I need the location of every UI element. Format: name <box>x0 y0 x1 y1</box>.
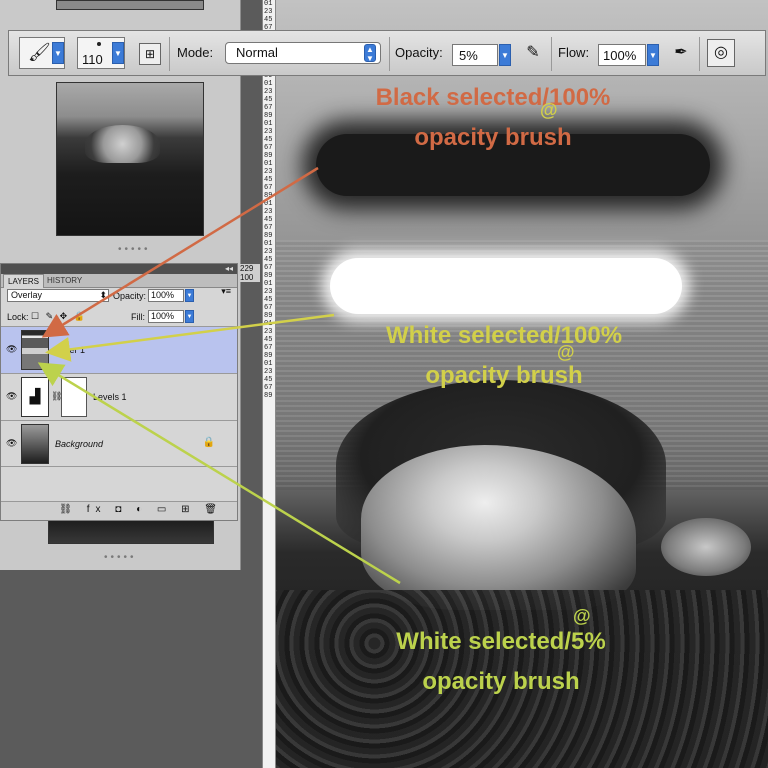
layer-row-levels-1[interactable]: 👁 ▟ ⛓ Levels 1 <box>1 373 237 420</box>
layers-panel: ◂◂ LAYERS HISTORY ▾≡ Overlay ⬍ Opacity: … <box>0 263 238 521</box>
eye-icon[interactable]: 👁 <box>6 344 17 355</box>
panel-menu-icon[interactable]: ▾≡ <box>221 286 231 297</box>
lock-options-icons[interactable]: ☐ ✎ ✥ 🔒 <box>31 311 87 322</box>
layer-name[interactable]: Background <box>55 439 103 449</box>
layer-opacity-label: Opacity: <box>113 291 147 301</box>
layer-opacity-input[interactable]: 100% <box>148 289 184 302</box>
divider <box>699 37 700 71</box>
layer-mask-thumbnail[interactable] <box>61 377 87 417</box>
divider <box>169 37 170 71</box>
collapse-icon[interactable]: ◂◂ <box>225 264 233 274</box>
tab-layers[interactable]: LAYERS <box>3 274 44 288</box>
mode-label: Mode: <box>177 45 214 60</box>
annotation-at-symbol: @ <box>540 100 558 120</box>
annotation-white5-line1: White selected/5% <box>396 628 606 655</box>
chevron-down-icon[interactable]: ▼ <box>112 42 124 64</box>
thumbnail-rock <box>85 125 160 163</box>
layer-opacity-value: 100% <box>151 290 175 300</box>
size-readout: 229 100 <box>240 264 260 282</box>
opacity-value: 5% <box>459 48 478 63</box>
mode-select[interactable]: Normal ▲ ▼ <box>225 42 381 64</box>
rock-small <box>661 518 751 576</box>
layer-actions-icons[interactable]: ⛓ fx ◘ ◐ ▭ ⊞ 🗑 <box>59 504 223 515</box>
brush-size-picker[interactable]: 110 ▼ <box>77 37 125 69</box>
layer-name[interactable]: Levels 1 <box>93 392 127 402</box>
panel-tabs: LAYERS HISTORY ▾≡ <box>1 274 237 296</box>
brush-size-value: 110 <box>82 52 103 67</box>
layers-footer: ⛓ fx ◘ ◐ ▭ ⊞ 🗑 <box>1 501 237 520</box>
fill-dropdown[interactable]: ▼ <box>185 310 194 323</box>
annotation-white100-line2: opacity brush <box>425 362 583 389</box>
navigator-thumbnail-bottom <box>48 520 214 544</box>
size-readout-top: 229 <box>240 264 254 273</box>
tool-preset-picker[interactable]: 🖌 ▼ <box>19 37 65 69</box>
divider <box>551 37 552 71</box>
brush-icon: 🖌 <box>28 42 51 62</box>
tablet-pressure-icon[interactable]: ✒ <box>669 41 693 65</box>
chevron-down-icon[interactable]: ▼ <box>52 42 64 64</box>
white-brush-stroke <box>330 258 682 314</box>
annotation-black-line1: Black selected/100% <box>375 84 611 111</box>
annotation-at-symbol: @ <box>557 342 575 362</box>
lock-icon: 🔒 <box>202 437 215 448</box>
flow-value: 100% <box>603 48 637 63</box>
panel-resize-dots-bottom[interactable]: ••••• <box>104 552 137 563</box>
select-arrows-icon[interactable]: ▲ ▼ <box>364 44 376 63</box>
brush-options-bar: 🖌 ▼ 110 ▼ ⊞ Mode: Normal ▲ ▼ Opacity: 5% … <box>8 30 766 76</box>
annotation-white-5-brush: White selected/5% opacity brush <box>346 622 656 702</box>
divider <box>389 37 390 71</box>
brush-preset-icon[interactable]: ⊞ <box>139 43 161 65</box>
eye-icon[interactable]: 👁 <box>6 391 17 402</box>
annotation-black-brush: Black selected/100% opacity brush <box>318 78 668 158</box>
annotation-black-line2: opacity brush <box>414 124 572 151</box>
size-readout-bottom: 100 <box>240 273 254 282</box>
tool-target-icon[interactable]: ◎ <box>707 39 735 67</box>
blend-mode-select[interactable]: Overlay ⬍ <box>7 289 109 302</box>
layer-row-background[interactable]: 👁 Background 🔒 <box>1 420 237 467</box>
opacity-input[interactable]: 5% <box>452 44 498 66</box>
annotation-white100-line1: White selected/100% <box>385 322 623 349</box>
select-arrows-icon: ⬍ <box>99 290 107 300</box>
airbrush-icon[interactable]: ✎ <box>521 41 545 65</box>
eye-icon[interactable]: 👁 <box>6 438 17 449</box>
flow-label: Flow: <box>558 45 590 60</box>
opacity-label: Opacity: <box>395 45 443 60</box>
layer-opacity-dropdown[interactable]: ▼ <box>185 289 194 302</box>
flow-input[interactable]: 100% <box>598 44 646 66</box>
navigator-thumbnail-top <box>56 0 204 10</box>
levels-adjustment-icon[interactable]: ▟ <box>21 377 49 417</box>
lock-label: Lock: <box>7 312 29 322</box>
tab-history[interactable]: HISTORY <box>43 274 86 287</box>
panel-resize-dots[interactable]: ••••• <box>118 244 151 255</box>
panel-titlebar[interactable]: ◂◂ <box>1 264 237 274</box>
fill-value: 100% <box>151 311 175 321</box>
fill-input[interactable]: 100% <box>148 310 184 323</box>
navigator-thumbnail[interactable] <box>56 82 204 236</box>
flow-dropdown[interactable]: ▼ <box>647 44 659 66</box>
layer-thumbnail[interactable] <box>21 424 49 464</box>
layer-name[interactable]: Layer 1 <box>55 345 85 355</box>
brush-tip-icon <box>97 42 101 46</box>
layer-row-layer-1[interactable]: 👁 Layer 1 <box>1 326 237 373</box>
vertical-ruler[interactable]: 01234567 89012345678901234567890123456789… <box>262 0 276 768</box>
opacity-dropdown[interactable]: ▼ <box>499 44 511 66</box>
layer-thumbnail[interactable] <box>21 330 49 370</box>
annotation-white5-line2: opacity brush <box>422 668 580 695</box>
annotation-at-symbol: @ <box>573 606 591 626</box>
annotation-white-100-brush: White selected/100% opacity brush <box>334 316 674 396</box>
blend-mode-value: Overlay <box>11 290 43 300</box>
mode-value: Normal <box>236 45 278 60</box>
fill-label: Fill: <box>131 312 145 322</box>
